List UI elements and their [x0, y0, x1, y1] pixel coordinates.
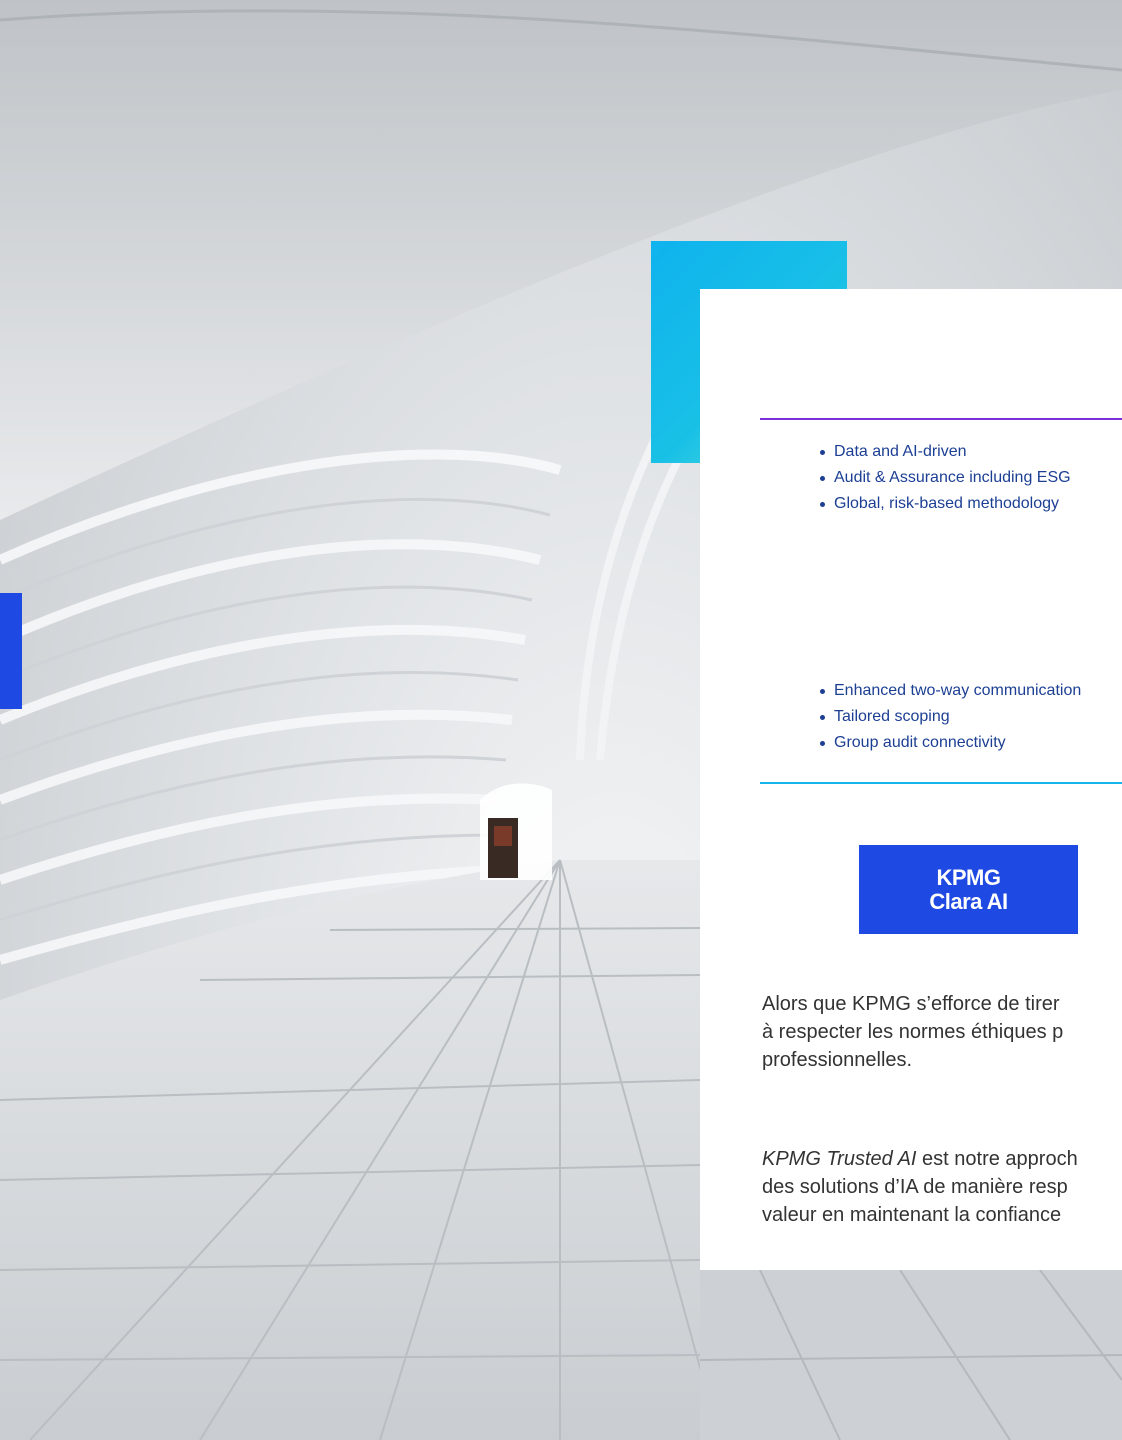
badge-line-1: KPMG	[936, 864, 1002, 890]
kpmg-clara-ai-badge: KPMG Clara AI	[859, 845, 1078, 934]
blue-side-tab	[0, 593, 22, 709]
purple-divider	[760, 418, 1122, 420]
paragraph-line: valeur en maintenant la confiance	[762, 1204, 1062, 1226]
content-panel	[700, 289, 1122, 1270]
list-item: Global, risk-based methodology	[818, 491, 1071, 517]
list-item: Tailored scoping	[818, 704, 1081, 730]
list-item: Data and AI-driven	[818, 439, 1071, 465]
paragraph-line: KPMG Trusted AI est notre approch	[762, 1145, 1122, 1173]
intro-paragraph: Alors que KPMG s’efforce de tirer à resp…	[762, 990, 1122, 1074]
trusted-ai-paragraph: KPMG Trusted AI est notre approch des so…	[762, 1145, 1122, 1229]
trusted-ai-term: KPMG Trusted AI	[762, 1148, 917, 1170]
badge-line-2: Clara AI	[929, 888, 1008, 914]
paragraph-line: à respecter les normes éthiques p	[762, 1021, 1064, 1043]
list-item: Enhanced two-way communication	[818, 678, 1081, 704]
paragraph-line: des solutions d’IA de manière resp	[762, 1176, 1068, 1198]
feature-list-primary: Data and AI-driven Audit & Assurance inc…	[818, 439, 1071, 517]
list-item: Audit & Assurance including ESG	[818, 465, 1071, 491]
paragraph-line: professionnelles.	[762, 1049, 913, 1071]
feature-list-secondary: Enhanced two-way communication Tailored …	[818, 678, 1081, 756]
paragraph-line: Alors que KPMG s’efforce de tirer	[762, 993, 1060, 1015]
list-item: Group audit connectivity	[818, 730, 1081, 756]
paragraph-line-rest: est notre approch	[916, 1148, 1078, 1170]
cyan-divider	[760, 782, 1122, 784]
